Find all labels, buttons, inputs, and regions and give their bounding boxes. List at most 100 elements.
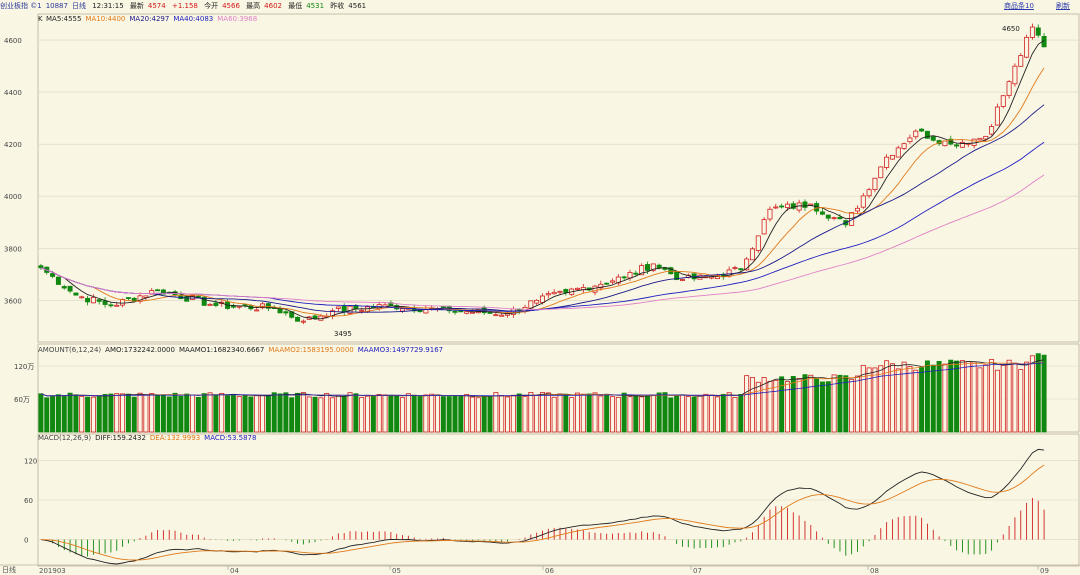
legend-item: MAAMO2:1583195.0000 <box>268 346 353 354</box>
x-axis-label: 08 <box>870 567 879 575</box>
candle-up <box>878 166 884 179</box>
volume-bar <box>714 396 720 433</box>
volume-bar <box>773 379 779 433</box>
volume-bar <box>796 378 802 433</box>
candle-up <box>609 280 615 283</box>
volume-bar <box>948 359 954 433</box>
candle-down <box>125 297 131 299</box>
volume-bar <box>254 394 260 433</box>
candle-down <box>779 205 785 208</box>
volume-bar <box>790 376 796 433</box>
volume-bar <box>557 393 563 433</box>
macd-lines <box>40 448 1045 565</box>
volume-bar <box>703 393 709 433</box>
candle-up <box>90 296 96 304</box>
volume-bar <box>90 396 96 433</box>
candle-down <box>440 306 446 309</box>
volume-tick-label: 120万 <box>14 363 34 371</box>
volume-bar <box>365 395 371 433</box>
candle-down <box>954 144 960 147</box>
price-tick-label: 3600 <box>4 297 22 305</box>
legend-item: MA10:4400 <box>85 15 125 23</box>
candle-up <box>977 137 983 141</box>
dea-line <box>40 464 1045 561</box>
macd-tick-label: 120 <box>24 457 37 465</box>
candle-down <box>633 272 639 275</box>
volume-bar <box>248 396 254 433</box>
volume-bar <box>989 359 995 433</box>
volume-bar <box>592 392 598 433</box>
volume-bar <box>423 394 429 433</box>
candle-down <box>644 264 650 271</box>
candle-down <box>312 315 318 319</box>
volume-bar <box>849 378 855 433</box>
candle-up <box>866 189 872 197</box>
volume-bar <box>341 395 347 433</box>
volume-bar <box>884 360 890 433</box>
volume-bar <box>382 394 388 433</box>
ma10-line <box>40 67 1045 317</box>
volume-bar <box>1012 362 1018 433</box>
volume-bar <box>487 396 493 433</box>
volume-bar <box>732 397 738 433</box>
candle-up <box>499 314 505 317</box>
candle-up <box>400 308 406 312</box>
volume-bar <box>854 375 860 433</box>
volume-bar <box>283 392 289 433</box>
volume-bar <box>306 396 312 433</box>
candle-up <box>989 126 995 135</box>
candle-down <box>96 299 102 302</box>
candle-down <box>1035 27 1041 36</box>
volume-bar <box>452 395 458 433</box>
macd-tick-label: 0 <box>24 537 28 545</box>
candle-up <box>755 235 761 251</box>
candle-up <box>359 309 365 312</box>
volume-bar <box>1000 364 1006 433</box>
volume-bar <box>598 395 604 433</box>
candle-up <box>528 300 534 309</box>
candle-up <box>114 304 120 307</box>
volume-bar <box>843 375 849 433</box>
volume-bar <box>1006 359 1012 433</box>
macd-tick-label: 60 <box>24 497 33 505</box>
volume-bar <box>464 394 470 433</box>
price-tick-label: 4200 <box>4 141 22 149</box>
legend-item: MACD:53.5878 <box>204 434 256 442</box>
volume-bar <box>265 394 271 433</box>
candle-down <box>458 310 464 313</box>
volume-bar <box>697 394 703 433</box>
volume-bar <box>901 361 907 433</box>
volume-bar <box>744 375 750 433</box>
volume-bar <box>85 396 91 433</box>
volume-bar <box>230 394 236 433</box>
candle-up <box>574 287 580 290</box>
candle-down <box>61 286 67 289</box>
volume-bar <box>668 397 674 433</box>
candles <box>38 23 1047 325</box>
volume-bar <box>481 396 487 433</box>
candle-down <box>184 296 190 302</box>
volume-bar <box>435 394 441 433</box>
legend-item: MA60:3968 <box>217 15 257 23</box>
macd-axis: 0 60 120 <box>24 457 37 544</box>
candle-down <box>67 285 73 292</box>
volume-bar <box>394 395 400 433</box>
stock-chart: 60万120万 060120 360038004000420044004600 … <box>0 13 1080 575</box>
volume-bar <box>96 395 102 433</box>
volume-bar <box>749 377 755 433</box>
volume-bar <box>586 393 592 433</box>
volume-bar <box>411 394 417 433</box>
candle-down <box>38 265 44 269</box>
candle-up <box>767 208 773 220</box>
volume-bar <box>318 397 324 433</box>
candle-down <box>108 304 114 307</box>
volume-bar <box>289 397 295 433</box>
volume-bar <box>120 393 126 433</box>
candle-down <box>155 289 161 292</box>
x-axis-label: 04 <box>230 567 239 575</box>
candle-down <box>341 305 347 313</box>
volume-bar <box>201 393 207 433</box>
volume-bar <box>691 396 697 433</box>
volume-bar <box>621 392 627 433</box>
volume-bar <box>580 393 586 433</box>
